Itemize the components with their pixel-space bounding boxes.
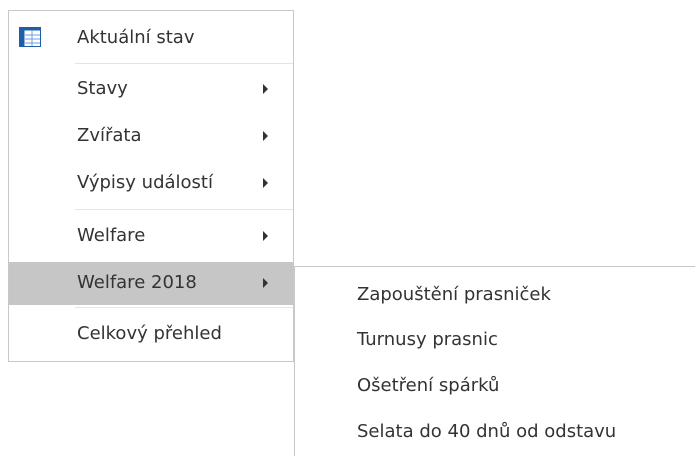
menu-item-label: Zapouštění prasniček bbox=[357, 284, 551, 305]
menu-item-label: Welfare 2018 bbox=[77, 272, 197, 293]
menu-separator bbox=[75, 209, 293, 210]
menu-item-welfare[interactable]: Welfare bbox=[9, 215, 293, 257]
menu-item-aktualni-stav[interactable]: Aktuální stav bbox=[9, 17, 293, 59]
menu-item-label: Welfare bbox=[77, 225, 146, 246]
menu-separator bbox=[75, 63, 293, 64]
submenu-arrow-icon bbox=[263, 178, 268, 188]
submenu-item-osetreni-sparku[interactable]: Ošetření spárků bbox=[295, 365, 695, 407]
menu-item-label: Turnusy prasnic bbox=[357, 329, 498, 350]
menu-item-welfare-2018[interactable]: Welfare 2018 bbox=[9, 262, 293, 305]
submenu-welfare-2018: Zapouštění prasniček Turnusy prasnic Oše… bbox=[294, 266, 695, 456]
submenu-item-zapousteni-prasnicek[interactable]: Zapouštění prasniček bbox=[295, 274, 695, 316]
menu-separator bbox=[75, 307, 293, 308]
menu-item-label: Celkový přehled bbox=[77, 323, 222, 344]
menu-item-label: Selata do 40 dnů od odstavu bbox=[357, 421, 617, 442]
context-menu: Aktuální stav Stavy Zvířata Výpisy událo… bbox=[8, 10, 294, 362]
menu-item-vypisy-udalosti[interactable]: Výpisy událostí bbox=[9, 162, 293, 204]
menu-item-label: Stavy bbox=[77, 78, 128, 99]
table-grid-icon bbox=[19, 27, 41, 47]
submenu-arrow-icon bbox=[263, 231, 268, 241]
menu-item-stavy[interactable]: Stavy bbox=[9, 68, 293, 110]
submenu-item-turnusy-prasnic[interactable]: Turnusy prasnic bbox=[295, 319, 695, 361]
menu-item-label: Výpisy událostí bbox=[77, 172, 213, 193]
submenu-arrow-icon bbox=[263, 278, 268, 288]
menu-item-label: Aktuální stav bbox=[77, 27, 195, 48]
menu-item-celkovy-prehled[interactable]: Celkový přehled bbox=[9, 313, 293, 355]
submenu-item-selata-do-40-dnu[interactable]: Selata do 40 dnů od odstavu bbox=[295, 411, 695, 453]
menu-item-label: Ošetření spárků bbox=[357, 375, 500, 396]
submenu-arrow-icon bbox=[263, 84, 268, 94]
submenu-arrow-icon bbox=[263, 131, 268, 141]
menu-item-zvirata[interactable]: Zvířata bbox=[9, 115, 293, 157]
menu-item-label: Zvířata bbox=[77, 125, 142, 146]
